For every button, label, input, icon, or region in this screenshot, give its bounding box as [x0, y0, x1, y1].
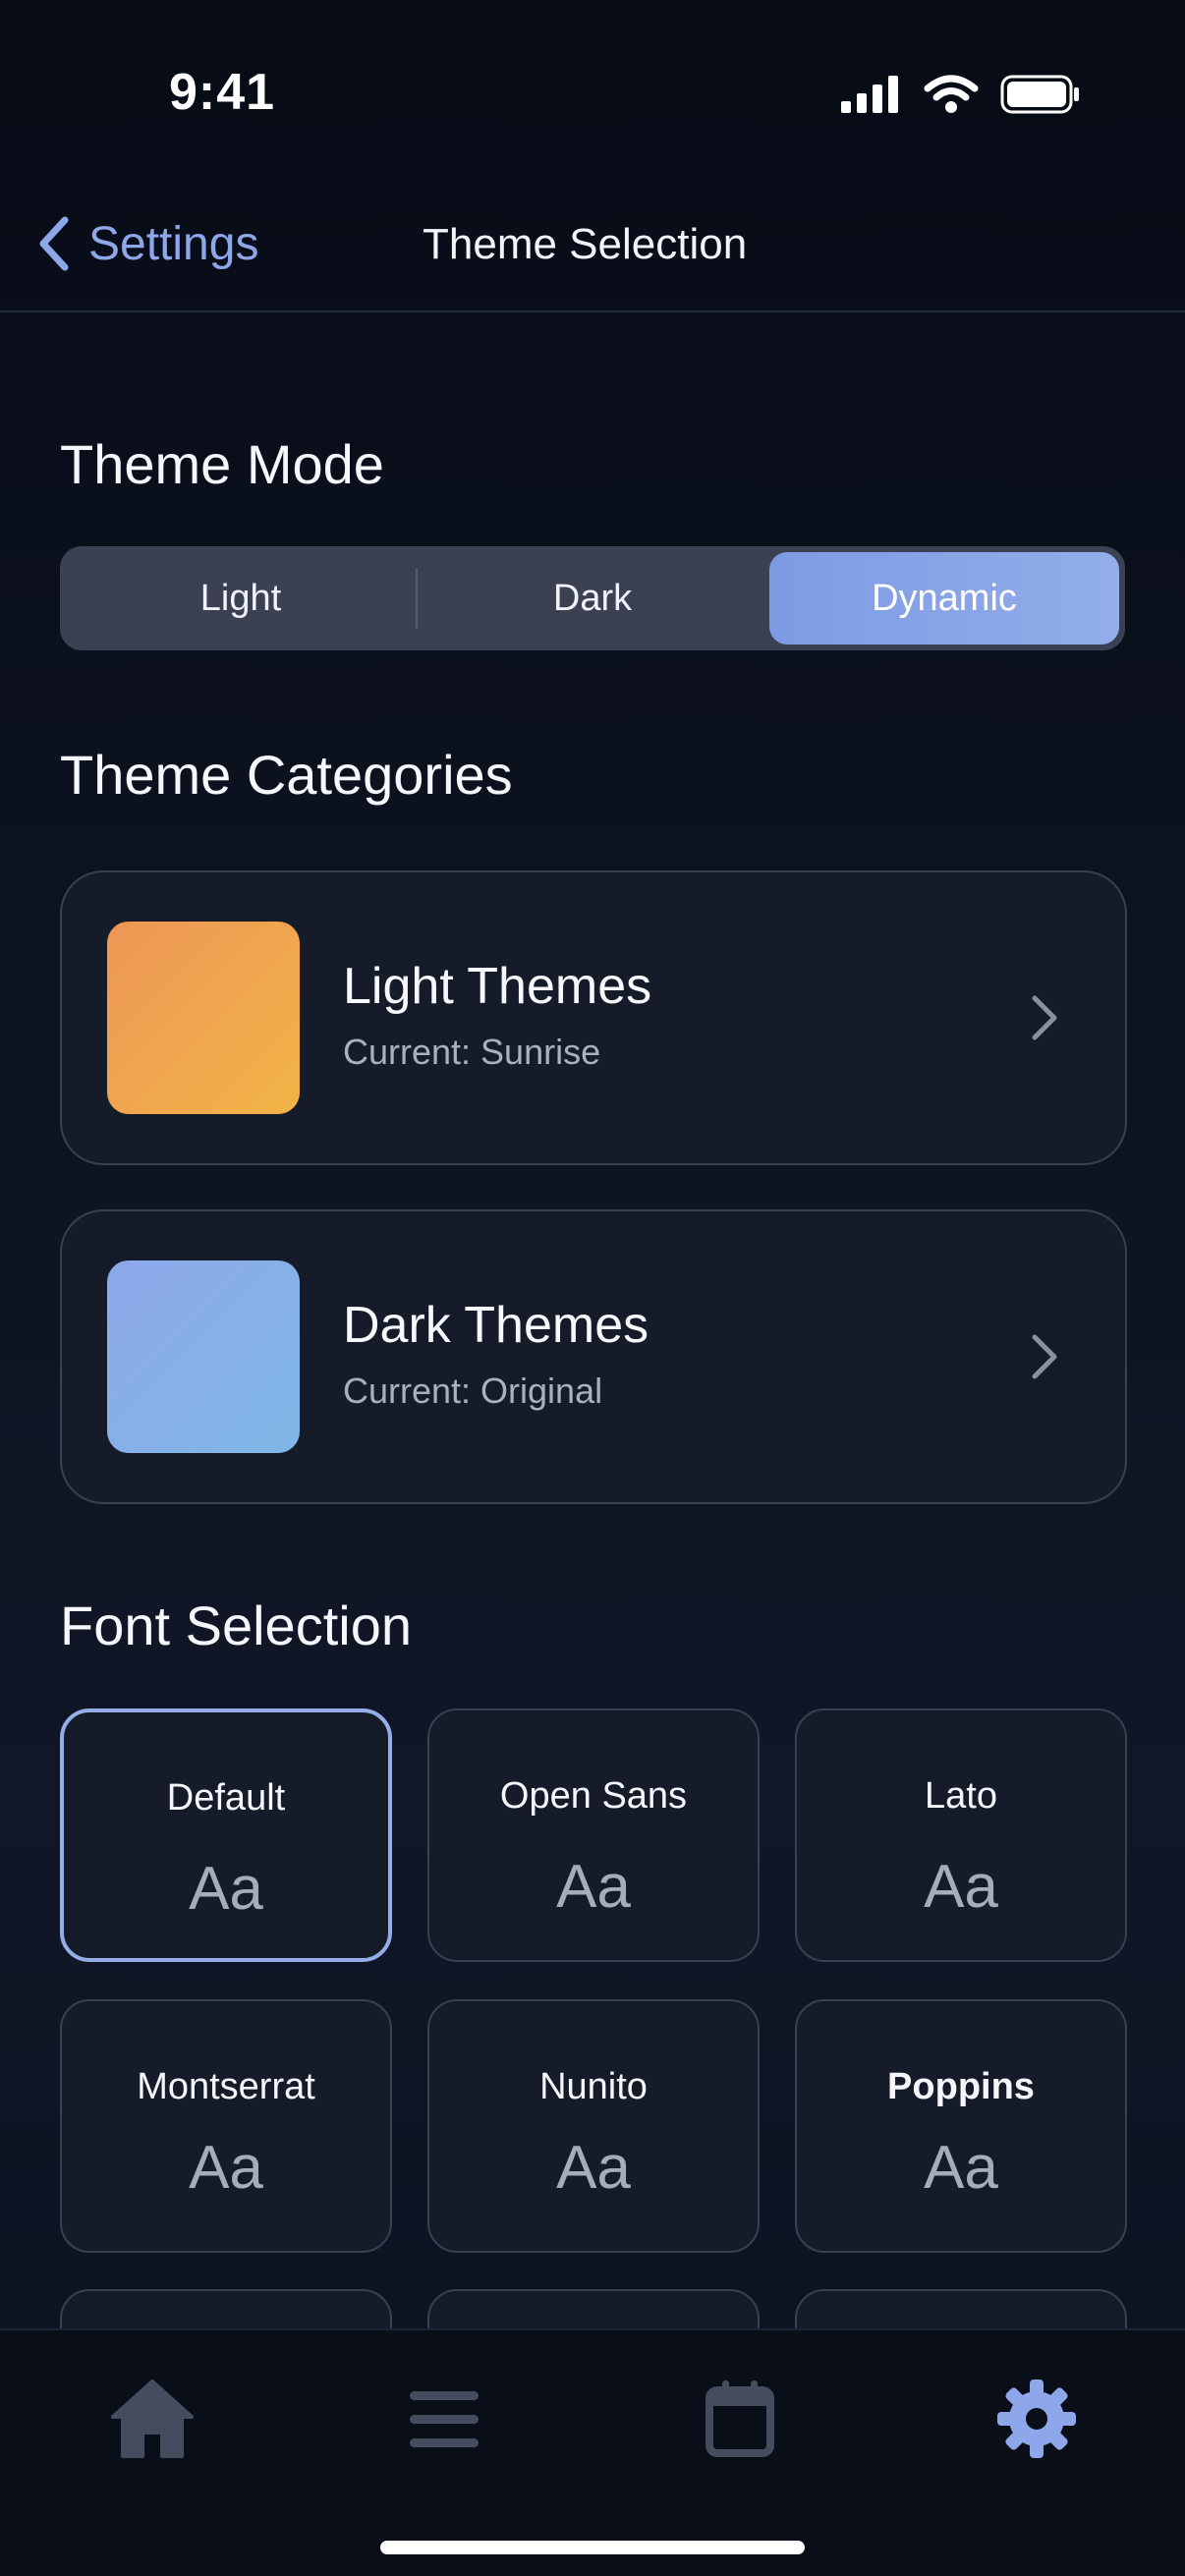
font-name: Poppins	[887, 2066, 1035, 2107]
gear-icon	[997, 2380, 1076, 2458]
dark-theme-swatch	[107, 1260, 300, 1453]
light-themes-card[interactable]: Light Themes Current: Sunrise	[60, 870, 1127, 1165]
font-sample: Aa	[924, 2134, 998, 2202]
font-sample: Aa	[189, 1855, 263, 1923]
menu-icon	[410, 2391, 479, 2447]
dark-themes-title: Dark Themes	[343, 1297, 649, 1354]
status-bar: 9:41	[0, 0, 1185, 187]
font-sample: Aa	[556, 2134, 631, 2202]
font-tile-montserrat[interactable]: Montserrat Aa	[60, 1999, 392, 2253]
status-icons	[841, 75, 1081, 114]
font-tile-default[interactable]: Default Aa	[60, 1708, 392, 1962]
font-sample: Aa	[556, 1853, 631, 1921]
theme-categories-heading: Theme Categories	[60, 744, 513, 806]
segment-dark[interactable]: Dark	[418, 552, 767, 644]
chevron-left-icon	[39, 216, 69, 271]
tab-settings[interactable]	[988, 2370, 1086, 2468]
calendar-icon	[705, 2380, 774, 2457]
font-name: Nunito	[539, 2066, 648, 2107]
cellular-signal-icon	[841, 76, 898, 113]
font-name: Open Sans	[499, 1775, 688, 1817]
font-tile-poppins[interactable]: Poppins Aa	[795, 1999, 1127, 2253]
font-name: Montserrat	[137, 2066, 315, 2107]
home-icon	[111, 2380, 194, 2458]
theme-mode-heading: Theme Mode	[60, 433, 384, 495]
back-button[interactable]: Settings	[37, 216, 258, 271]
dark-themes-card[interactable]: Dark Themes Current: Original	[60, 1209, 1127, 1504]
chevron-right-icon	[1032, 1334, 1057, 1379]
theme-selection-screen: 9:41 Settings Theme Selection Theme Mode…	[0, 0, 1185, 2576]
segment-light[interactable]: Light	[66, 552, 416, 644]
chevron-right-icon	[1032, 995, 1057, 1040]
page-title: Theme Selection	[423, 220, 748, 268]
font-sample: Aa	[189, 2134, 263, 2202]
tab-home[interactable]	[103, 2370, 201, 2468]
navigation-bar: Settings Theme Selection	[0, 187, 1185, 312]
back-button-label: Settings	[88, 217, 259, 270]
home-indicator[interactable]	[380, 2541, 805, 2554]
light-themes-current: Current: Sunrise	[343, 1032, 601, 1072]
wifi-icon	[924, 75, 979, 113]
font-tile-open-sans[interactable]: Open Sans Aa	[427, 1708, 760, 1962]
font-name: Default	[166, 1777, 286, 1819]
font-name: Lato	[925, 1775, 997, 1817]
font-selection-heading: Font Selection	[60, 1595, 412, 1656]
battery-icon	[1000, 75, 1079, 114]
tab-menu[interactable]	[395, 2370, 493, 2468]
segment-dynamic[interactable]: Dynamic	[769, 552, 1119, 644]
status-time: 9:41	[169, 64, 276, 121]
tab-calendar[interactable]	[691, 2370, 789, 2468]
theme-mode-segmented-control: Light Dark Dynamic	[60, 546, 1125, 650]
light-themes-title: Light Themes	[343, 958, 652, 1015]
font-tile-lato[interactable]: Lato Aa	[795, 1708, 1127, 1962]
tab-bar	[0, 2328, 1185, 2576]
light-theme-swatch	[107, 922, 300, 1114]
font-sample: Aa	[924, 1853, 998, 1921]
dark-themes-current: Current: Original	[343, 1371, 603, 1411]
font-tile-nunito[interactable]: Nunito Aa	[427, 1999, 760, 2253]
